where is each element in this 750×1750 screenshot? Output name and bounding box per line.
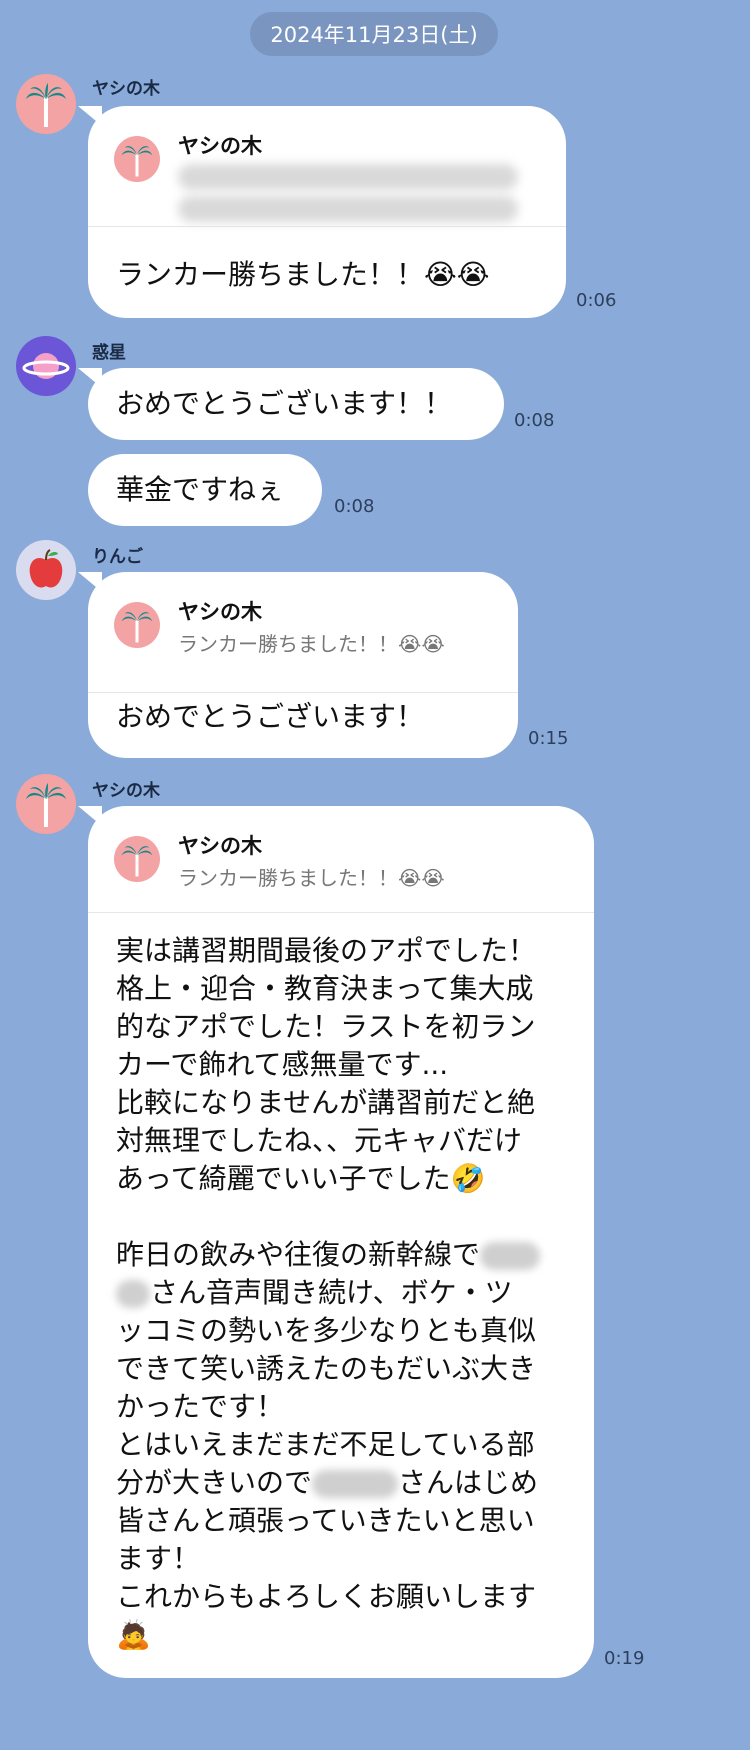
blurred-name: [312, 1470, 399, 1498]
message-line: 的なアポでした！ラストを初ラン: [116, 1010, 536, 1043]
blurred-name: [116, 1280, 150, 1308]
line-text: 昨日の飲みや往復の新幹線で: [116, 1238, 481, 1271]
message-line: 皆さんと頑張っていきたいと思い: [116, 1504, 535, 1537]
reply-text: ランカー勝ちました！！😭😭: [178, 632, 445, 656]
palm-tree-icon: [121, 146, 153, 177]
reply-quote[interactable]: ヤシの木 ランカー勝ちました！！😭😭: [88, 572, 518, 693]
sender-name: ヤシの木: [92, 781, 160, 801]
message-line: さん音声聞き続け、ボケ・ツ: [116, 1274, 540, 1312]
palm-tree-icon: [121, 612, 153, 643]
reply-avatar: [114, 602, 160, 648]
palm-tree-icon: [26, 83, 66, 127]
message-body: 実は講習期間最後のアポでした！ 格上・迎合・教育決まって集大成 的なアポでした！…: [116, 932, 541, 1654]
reply-name: ヤシの木: [178, 600, 262, 624]
message-line: とはいえまだまだ不足している部: [116, 1428, 535, 1461]
avatar-planet[interactable]: [16, 336, 76, 396]
sender-name: りんご: [92, 547, 143, 567]
message-text: おめでとうございます！！: [116, 387, 453, 420]
message-line: カーで飾れて感無量です...: [116, 1048, 449, 1081]
message-text: おめでとうございます！: [116, 700, 425, 733]
message-time: 0:08: [514, 410, 555, 431]
palm-tree-icon: [26, 783, 66, 827]
blurred-name: [480, 1242, 541, 1270]
reply-quote[interactable]: ヤシの木 ランカー勝ちました！！😭😭: [88, 806, 594, 913]
message-text: 華金ですねぇ: [116, 473, 285, 506]
apple-icon: [29, 549, 63, 588]
reply-name: ヤシの木: [178, 134, 262, 158]
reply-avatar: [114, 136, 160, 182]
message-line: [116, 1198, 540, 1236]
message-line: 昨日の飲みや往復の新幹線で: [116, 1236, 541, 1274]
avatar-palm[interactable]: [16, 74, 76, 134]
message-line: これからもよろしくお願いします: [116, 1580, 537, 1613]
message-line: ッコミの勢いを多少なりとも真似: [116, 1314, 537, 1347]
message-line: できて笑い誘えたのもだいぶ大き: [116, 1352, 537, 1385]
avatar-palm[interactable]: [16, 774, 76, 834]
reply-text: ランカー勝ちました！！😭😭: [178, 866, 445, 890]
avatar-apple[interactable]: [16, 540, 76, 600]
bowing-emoji: 🙇: [116, 1618, 151, 1651]
message-line: 実は講習期間最後のアポでした！: [116, 934, 537, 967]
message-bubble[interactable]: ヤシの木 ランカー勝ちました！！😭😭 実は講習期間最後のアポでした！ 格上・迎合…: [88, 806, 594, 1678]
reply-name: ヤシの木: [178, 834, 262, 858]
message-time: 0:06: [576, 290, 617, 311]
line-text: さんはじめ: [398, 1466, 539, 1499]
message-text: ランカー勝ちました！！😭😭: [116, 258, 490, 291]
reply-avatar: [114, 836, 160, 882]
sender-name: 惑星: [92, 343, 126, 363]
message-line: かったです！: [116, 1390, 285, 1423]
line-text: 分が大きいので: [116, 1466, 313, 1499]
message-bubble[interactable]: 華金ですねぇ: [88, 454, 322, 526]
message-time: 0:19: [604, 1648, 645, 1669]
message-line: あって綺麗でいい子でした🤣: [116, 1162, 486, 1195]
message-line: 格上・迎合・教育決まって集大成: [116, 972, 534, 1005]
date-separator: 2024年11月23日(土): [250, 12, 498, 56]
message-time: 0:08: [334, 496, 375, 517]
message-line: 比較になりませんが講習前だと絶: [116, 1086, 536, 1119]
planet-icon: [22, 353, 70, 379]
line-text: さん音声聞き続け、ボケ・ツ: [150, 1276, 513, 1309]
sender-name: ヤシの木: [92, 79, 160, 99]
message-time: 0:15: [528, 728, 569, 749]
message-bubble[interactable]: ヤシの木 ランカー勝ちました！！😭😭: [88, 106, 566, 318]
message-bubble[interactable]: ヤシの木 ランカー勝ちました！！😭😭 おめでとうございます！: [88, 572, 518, 758]
reply-blurred-text: [178, 164, 518, 222]
message-bubble[interactable]: おめでとうございます！！: [88, 368, 504, 440]
message-line: ます！: [116, 1542, 201, 1575]
message-line: 対無理でしたね、、元キャバだけ: [116, 1124, 523, 1157]
reply-quote[interactable]: ヤシの木: [88, 106, 566, 227]
message-line: 分が大きいので さんはじめ: [116, 1464, 540, 1502]
palm-tree-icon: [121, 846, 153, 877]
